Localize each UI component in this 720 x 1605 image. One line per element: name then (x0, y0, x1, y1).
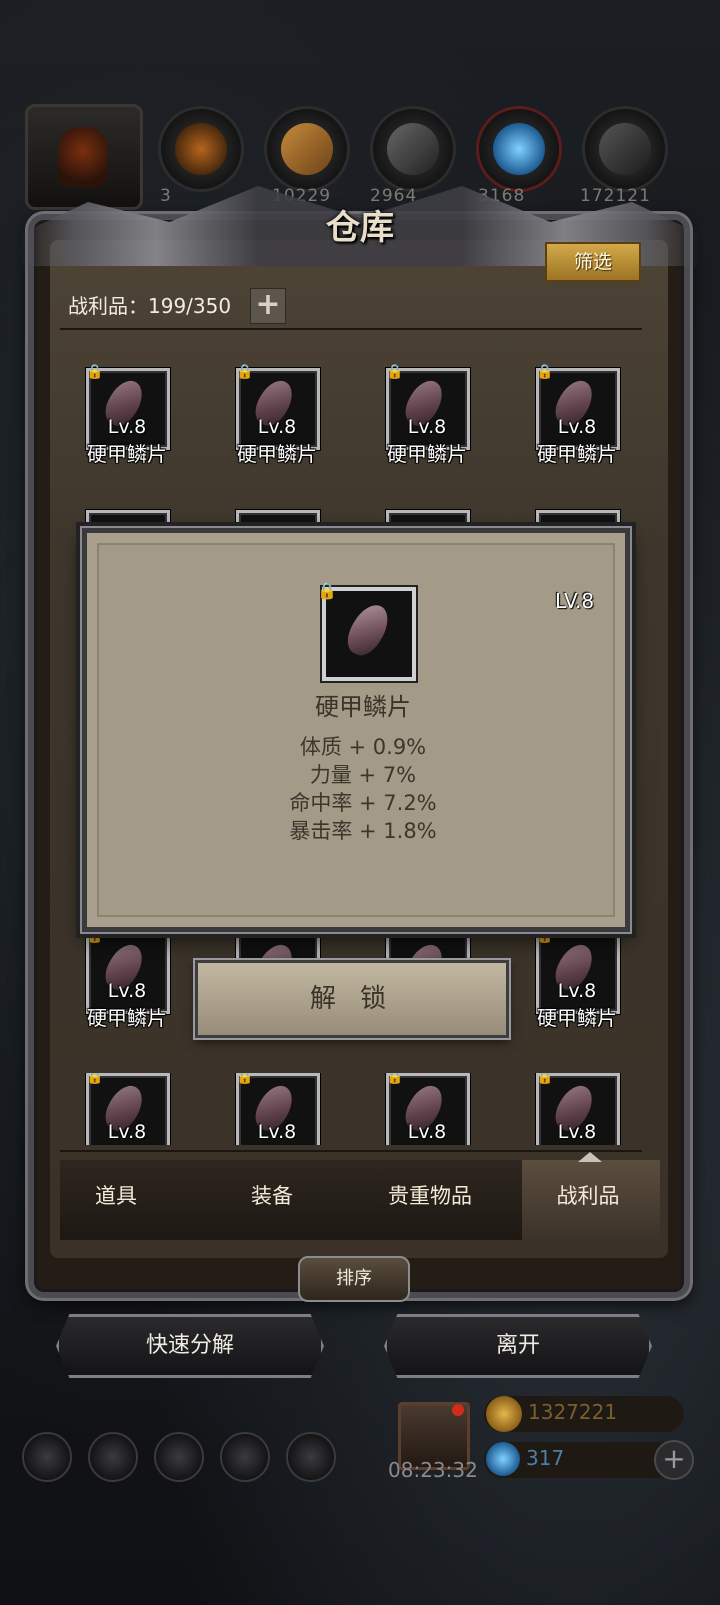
item-level: Lv.8 (407, 416, 447, 438)
achievement-icon[interactable] (88, 1432, 138, 1482)
item-slot[interactable]: 🔒 Lv.8 硬甲鳞片 (52, 928, 202, 1042)
leave-button[interactable]: 离开 (384, 1314, 652, 1378)
popup-item-frame (322, 587, 416, 681)
item-slot[interactable]: 🔒 Lv.8 硬甲鳞片 (352, 364, 502, 478)
settings-icon[interactable] (22, 1432, 72, 1482)
bag-icon[interactable] (286, 1432, 336, 1482)
item-slot[interactable]: 🔒 Lv.8 (52, 1073, 202, 1145)
top-divider (60, 328, 642, 330)
resource-slot-5[interactable] (476, 106, 562, 192)
plank-icon (281, 123, 333, 175)
sort-button[interactable]: 排序 (298, 1256, 410, 1302)
stat-line: 体质 + 0.9% (299, 735, 427, 759)
castle-icon[interactable] (154, 1432, 204, 1482)
resource-slot-4[interactable] (370, 106, 456, 192)
lock-icon: 🔒 (236, 1073, 254, 1085)
item-name: 硬甲鳞片 (87, 1006, 167, 1030)
item-slot[interactable]: 🔒 Lv.8 (502, 1073, 652, 1145)
item-level: Lv.8 (557, 1121, 597, 1143)
gold-coin-icon (486, 1396, 522, 1432)
item-name: 硬甲鳞片 (237, 442, 317, 466)
stat-line: 力量 + 7% (309, 763, 417, 787)
item-level: Lv.8 (557, 980, 597, 1002)
quick-decompose-button[interactable]: 快速分解 (56, 1314, 324, 1378)
lock-icon: 🔒 (317, 581, 337, 600)
add-currency-button[interactable]: + (654, 1440, 694, 1480)
ore-icon (58, 127, 108, 187)
item-level: Lv.8 (107, 416, 147, 438)
unlock-button[interactable]: 解 锁 (195, 960, 509, 1038)
lock-icon: 🔒 (236, 364, 254, 380)
crystal-icon (493, 123, 545, 175)
wood-icon (175, 123, 227, 175)
item-slot[interactable]: 🔒 Lv.8 硬甲鳞片 (202, 364, 352, 478)
lock-icon: 🔒 (536, 1073, 554, 1085)
item-level: Lv.8 (257, 416, 297, 438)
resource-slot-2[interactable] (158, 106, 244, 192)
filter-button[interactable]: 筛选 (545, 242, 641, 282)
tab-valuables[interactable]: 贵重物品 (360, 1180, 500, 1210)
gem-icon (486, 1442, 520, 1476)
lock-icon: 🔒 (536, 364, 554, 380)
mail-icon[interactable] (220, 1432, 270, 1482)
gold-amount: 1327221 (528, 1400, 618, 1424)
tab-loot[interactable]: 战利品 (518, 1180, 658, 1210)
item-slot[interactable]: 🔒 Lv.8 硬甲鳞片 (502, 928, 652, 1042)
stat-line: 暴击率 + 1.8% (289, 819, 437, 843)
expand-capacity-button[interactable]: + (250, 288, 286, 324)
item-level: Lv.8 (407, 1121, 447, 1143)
item-slot[interactable]: 🔒 Lv.8 (352, 1073, 502, 1145)
popup-item-name: 硬甲鳞片 (315, 693, 411, 721)
tab-caret-icon (578, 1152, 602, 1162)
iron-icon (387, 123, 439, 175)
item-slot[interactable]: 🔒 Lv.8 (202, 1073, 352, 1145)
item-name: 硬甲鳞片 (387, 442, 467, 466)
tab-equipment[interactable]: 装备 (202, 1180, 342, 1210)
gift-timer: 08:23:32 (388, 1458, 478, 1482)
item-name: 硬甲鳞片 (537, 442, 617, 466)
item-level: Lv.8 (557, 416, 597, 438)
resource-slot-1[interactable] (25, 104, 143, 210)
lock-icon: 🔒 (86, 1073, 104, 1085)
lock-icon: 🔒 (386, 364, 404, 380)
item-detail-popup: 🔒 LV.8 硬甲鳞片 体质 + 0.9% 力量 + 7% 命中率 + 7.2%… (82, 528, 630, 932)
stat-line: 命中率 + 7.2% (289, 791, 437, 815)
capacity-label: 战利品：199/350 (68, 294, 232, 318)
popup-inner: 🔒 LV.8 硬甲鳞片 体质 + 0.9% 力量 + 7% 命中率 + 7.2%… (97, 543, 615, 917)
item-level: Lv.8 (107, 980, 147, 1002)
item-name: 硬甲鳞片 (537, 1006, 617, 1030)
bottom-divider (60, 1150, 642, 1152)
item-level: Lv.8 (107, 1121, 147, 1143)
tab-items[interactable]: 道具 (46, 1180, 186, 1210)
item-name: 硬甲鳞片 (87, 442, 167, 466)
popup-level: LV.8 (555, 589, 595, 613)
resource-slot-6[interactable] (582, 106, 668, 192)
resource-slot-3[interactable] (264, 106, 350, 192)
item-level: Lv.8 (257, 1121, 297, 1143)
stone-icon (599, 123, 651, 175)
item-slot[interactable]: 🔒 Lv.8 硬甲鳞片 (52, 364, 202, 478)
lock-icon: 🔒 (86, 364, 104, 380)
scale-icon (340, 598, 396, 662)
notification-dot (452, 1404, 464, 1416)
item-slot[interactable]: 🔒 Lv.8 硬甲鳞片 (502, 364, 652, 478)
lock-icon: 🔒 (386, 1073, 404, 1085)
gem-amount: 317 (526, 1446, 565, 1470)
